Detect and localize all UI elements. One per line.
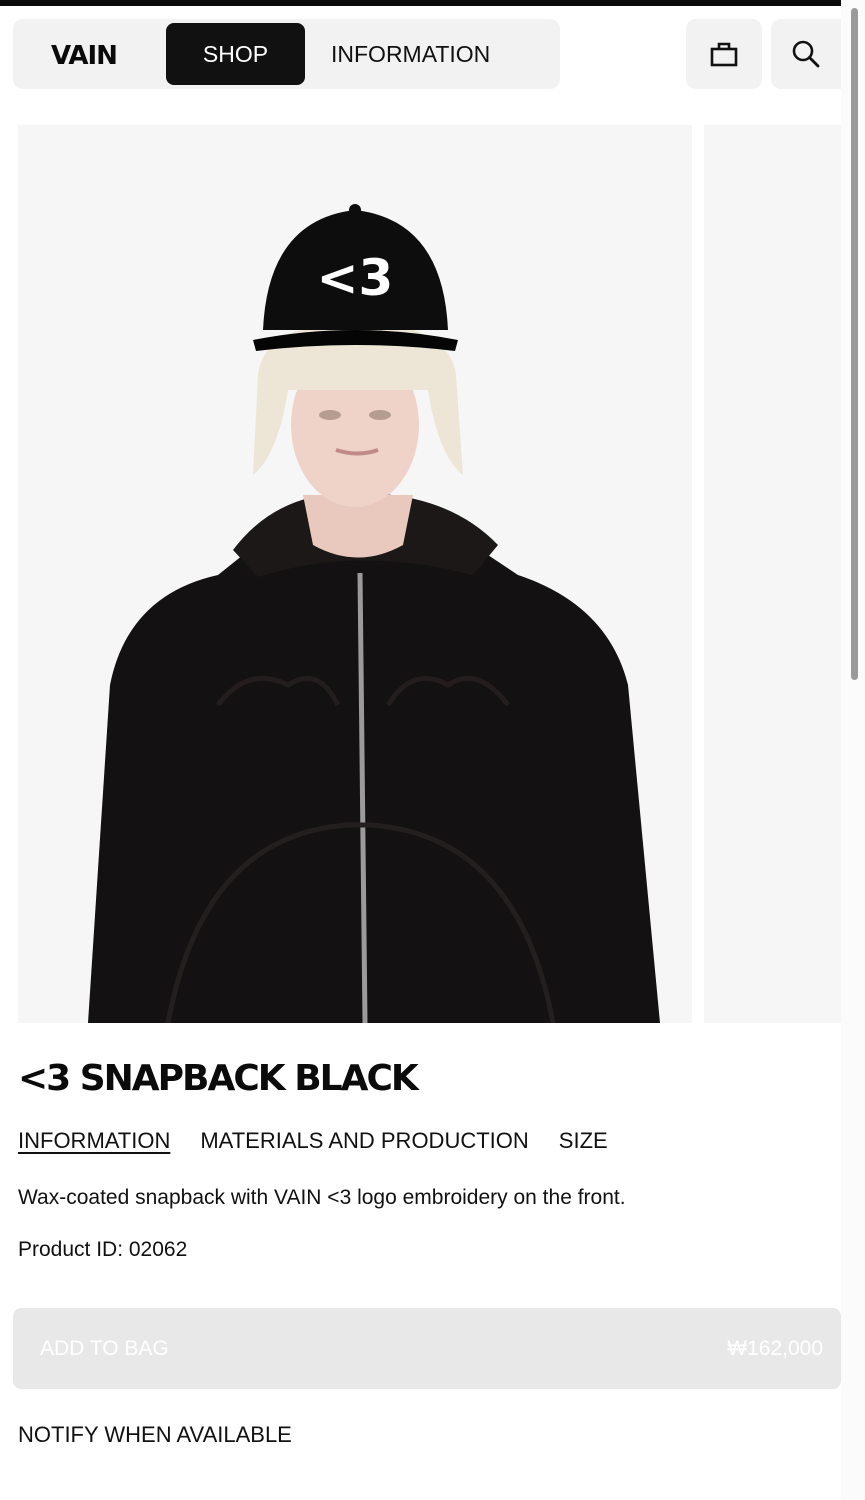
product-id: Product ID: 02062 <box>18 1238 188 1261</box>
top-edge-bar <box>0 0 841 6</box>
product-description: Wax-coated snapback with VAIN <3 logo em… <box>18 1186 626 1209</box>
product-price: ₩162,000 <box>727 1337 823 1360</box>
search-button[interactable] <box>771 19 841 89</box>
tab-size[interactable]: SIZE <box>559 1128 608 1154</box>
product-title: <3 SNAPBACK BLACK <box>18 1058 419 1099</box>
bag-icon <box>710 42 738 67</box>
product-photo[interactable]: <3 <box>18 125 692 1023</box>
notify-when-available-link[interactable]: NOTIFY WHEN AVAILABLE <box>18 1422 292 1448</box>
brand-logo[interactable]: VAIN <box>51 41 118 71</box>
product-photo-next[interactable] <box>704 125 841 1023</box>
model-wearing-cap-illustration: <3 <box>88 204 660 1023</box>
search-icon <box>792 40 820 68</box>
scrollbar[interactable] <box>841 0 865 1500</box>
cap-logo-text: <3 <box>317 249 394 307</box>
main-nav: VAIN SHOP INFORMATION <box>13 19 560 89</box>
tab-information[interactable]: INFORMATION <box>18 1128 170 1154</box>
nav-information-link[interactable]: INFORMATION <box>331 23 490 85</box>
product-gallery[interactable]: <3 <box>18 125 841 1023</box>
nav-shop-button[interactable]: SHOP <box>166 23 305 85</box>
add-to-bag-button[interactable]: ADD TO BAG ₩162,000 <box>13 1308 841 1389</box>
bag-button[interactable] <box>686 19 762 89</box>
add-to-bag-label: ADD TO BAG <box>40 1337 169 1360</box>
tab-materials-and-production[interactable]: MATERIALS AND PRODUCTION <box>200 1128 528 1154</box>
scrollbar-thumb[interactable] <box>851 8 858 680</box>
product-tabs: INFORMATION MATERIALS AND PRODUCTION SIZ… <box>18 1128 608 1154</box>
